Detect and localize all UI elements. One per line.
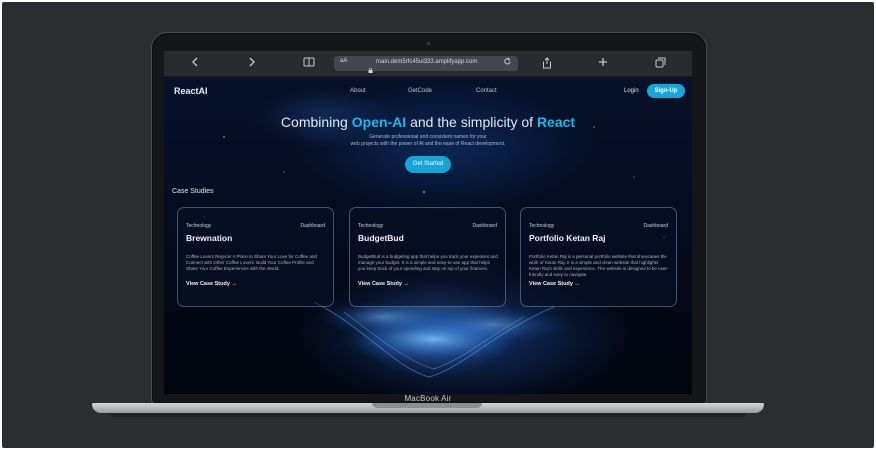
reader-options[interactable]: aA: [340, 58, 347, 64]
login-link[interactable]: Login: [624, 88, 639, 94]
chevron-left-icon[interactable]: [188, 57, 202, 70]
hero-subtitle-line-1: Generate professional and consistent nam…: [369, 134, 487, 140]
section-title: Case Studies: [172, 188, 214, 195]
card-title: Portfolio Ketan Raj: [529, 233, 606, 243]
nav-link-contact[interactable]: Contact: [476, 88, 497, 94]
view-case-study-link[interactable]: View Case Study →: [529, 281, 580, 287]
card-title: BudgetBud: [358, 233, 404, 243]
reload-icon[interactable]: [503, 57, 512, 68]
nav-link-about[interactable]: About: [350, 88, 366, 94]
card-tag: Technology: [186, 223, 212, 229]
web-page: ReactAI About GetCode Contact Login Sign…: [164, 77, 692, 394]
plus-icon[interactable]: [596, 57, 610, 70]
url-text[interactable]: main.dem5rfc45ui333.amplifyapp.com: [376, 59, 477, 65]
chevron-right-icon[interactable]: [245, 57, 259, 70]
get-started-button[interactable]: Get Started: [405, 156, 451, 173]
tabs-icon[interactable]: [653, 57, 667, 70]
logo[interactable]: ReactAI: [174, 86, 208, 96]
nav-link-getcode[interactable]: GetCode: [408, 88, 432, 94]
card-description: BudgetBud is a budgeting app that helps …: [358, 254, 498, 271]
book-icon[interactable]: [302, 57, 316, 70]
card-tag: Technology: [529, 223, 555, 229]
case-study-card[interactable]: Technology Dashboard Portfolio Ketan Raj…: [520, 207, 677, 307]
view-case-study-link[interactable]: View Case Study →: [358, 281, 409, 287]
card-tag: Technology: [358, 223, 384, 229]
lock-icon: [368, 60, 373, 73]
hero-title: Combining Open-AI and the simplicity of …: [280, 114, 576, 130]
card-title: Brewnation: [186, 233, 233, 243]
card-description: Coffee Lovers Rejoice! A Place to Share …: [186, 254, 317, 271]
share-icon[interactable]: [540, 57, 554, 70]
laptop-base-notch: [372, 403, 482, 408]
hero-subtitle-line-2: web projects with the power of AI and th…: [350, 141, 506, 147]
card-description: Portfolio Ketan Raj is a personal portfo…: [529, 254, 669, 277]
laptop-screen: aA main.dem5rfc45ui333.amplifyapp.com Re…: [164, 51, 692, 394]
browser-toolbar: aA main.dem5rfc45ui333.amplifyapp.com: [164, 51, 692, 77]
laptop-base-shadow: [110, 413, 746, 417]
device-label: MacBook Air: [404, 394, 452, 403]
case-study-card[interactable]: Technology Dashboard BudgetBud BudgetBud…: [349, 207, 506, 307]
signup-button[interactable]: Sign-Up: [647, 84, 685, 98]
url-bar[interactable]: aA main.dem5rfc45ui333.amplifyapp.com: [334, 56, 518, 73]
view-case-study-link[interactable]: View Case Study →: [186, 281, 237, 287]
card-type: Dashboard: [300, 223, 325, 229]
card-type: Dashboard: [643, 223, 668, 229]
case-study-card[interactable]: Technology Dashboard Brewnation Coffee L…: [177, 207, 334, 307]
card-type: Dashboard: [472, 223, 497, 229]
camera-dot: [427, 42, 430, 45]
